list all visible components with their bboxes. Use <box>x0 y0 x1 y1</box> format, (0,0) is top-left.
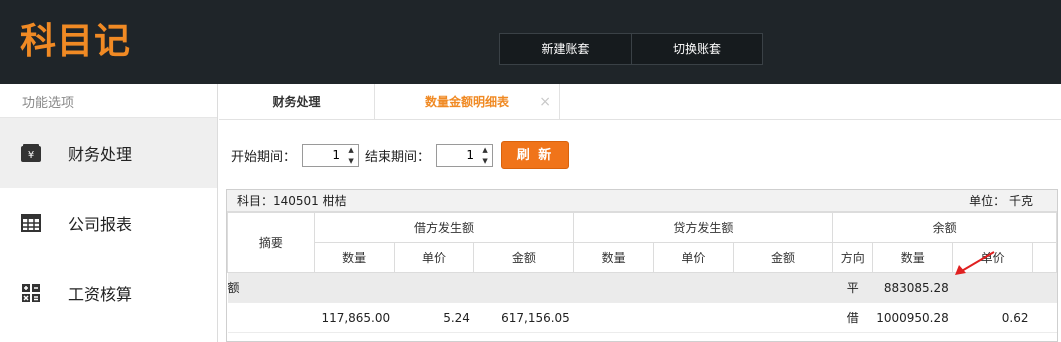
cell-credit-qty <box>573 272 654 303</box>
table-row[interactable]: 余额 平 883085.28 <box>227 272 1057 303</box>
col-direction: 方向 <box>832 242 874 273</box>
main-content: 财务处理 数量金额明细表 × 开始期间： ▲ ▼ 结束期间： ▲ ▼ 刷 新 科… <box>219 84 1061 342</box>
report-header-bar: 科目：140501 柑桔 单位： 千克 <box>227 190 1057 212</box>
cell-credit-price <box>653 302 734 333</box>
col-debit-qty: 数量 <box>313 242 395 273</box>
sidebar-title: 功能选项 <box>0 84 217 118</box>
decrement-icon[interactable]: ▼ <box>479 156 491 166</box>
end-period-label: 结束期间： <box>365 149 431 165</box>
cell-filler <box>1032 302 1057 333</box>
col-credit-qty: 数量 <box>573 242 655 273</box>
cell-credit-price <box>653 272 734 303</box>
increment-icon[interactable]: ▲ <box>479 145 491 155</box>
cell-direction: 平 <box>832 272 873 303</box>
svg-text:¥: ¥ <box>28 150 34 161</box>
cell-balance-qty: 883085.28 <box>872 272 953 303</box>
switch-account-button[interactable]: 切换账套 <box>631 34 762 64</box>
sidebar-item-payroll[interactable]: 工资核算 <box>0 258 217 328</box>
end-period-stepper: ▲ ▼ <box>436 143 494 167</box>
table-grid-icon <box>20 212 42 234</box>
tab-quantity-amount-detail[interactable]: 数量金额明细表 × <box>375 84 560 120</box>
col-debit: 借方发生额 <box>313 212 575 243</box>
subject-label: 科目：140501 柑桔 <box>237 194 347 208</box>
tab-bar: 财务处理 数量金额明细表 × <box>219 84 1061 120</box>
sidebar-item-finance[interactable]: ¥ 财务处理 <box>0 118 217 188</box>
sidebar-item-label: 工资核算 <box>68 285 133 304</box>
increment-icon[interactable]: ▲ <box>345 145 357 155</box>
calculator-icon <box>20 282 42 304</box>
account-buttons: 新建账套 切换账套 <box>499 33 763 65</box>
tab-finance[interactable]: 财务处理 <box>219 84 375 120</box>
col-balance: 余额 <box>832 212 1057 243</box>
decrement-icon[interactable]: ▼ <box>345 156 357 166</box>
detail-report: 科目：140501 柑桔 单位： 千克 摘要 借方发生额 贷方发生额 余额 数量… <box>226 189 1058 342</box>
col-summary: 摘要 <box>227 212 315 273</box>
sidebar-item-label: 公司报表 <box>68 215 133 234</box>
yen-wallet-icon: ¥ <box>20 142 42 164</box>
cell-direction: 借 <box>832 302 873 333</box>
cell-balance-qty: 1000950.28 <box>872 302 953 333</box>
new-account-button[interactable]: 新建账套 <box>500 34 631 64</box>
col-balance-qty: 数量 <box>872 242 954 273</box>
end-period-input[interactable] <box>437 144 478 166</box>
start-period-label: 开始期间： <box>231 149 297 165</box>
start-period-stepper: ▲ ▼ <box>302 143 360 167</box>
cell-summary <box>227 302 315 333</box>
sidebar-item-label: 财务处理 <box>68 145 133 164</box>
tab-label: 财务处理 <box>272 95 321 109</box>
col-credit-price: 单价 <box>653 242 734 273</box>
col-debit-price: 单价 <box>393 242 475 273</box>
col-filler <box>1032 242 1057 273</box>
tab-label: 数量金额明细表 <box>424 95 509 109</box>
cell-debit-price <box>394 272 474 303</box>
detail-table: 摘要 借方发生额 贷方发生额 余额 数量 单价 金额 数量 单价 金额 方向 数… <box>227 212 1057 333</box>
col-credit: 贷方发生额 <box>573 212 834 243</box>
cell-summary: 余额 <box>227 272 315 303</box>
refresh-button[interactable]: 刷 新 <box>501 141 570 169</box>
col-debit-amount: 金额 <box>473 242 575 273</box>
cell-credit-amount <box>733 302 833 333</box>
red-arrow-annotation <box>955 251 995 275</box>
cell-balance-price: 0.62 <box>952 302 1033 333</box>
start-period-input[interactable] <box>303 144 344 166</box>
col-credit-amount: 金额 <box>732 242 834 273</box>
sidebar-item-reports[interactable]: 公司报表 <box>0 188 217 258</box>
cell-filler <box>1032 272 1057 303</box>
period-filter: 开始期间： ▲ ▼ 结束期间： ▲ ▼ 刷 新 <box>231 141 570 169</box>
cell-credit-amount <box>733 272 833 303</box>
cell-credit-qty <box>573 302 654 333</box>
app-header: 科目记 新建账套 切换账套 <box>0 0 1061 84</box>
cell-debit-price: 5.24 <box>394 302 474 333</box>
app-logo: 科目记 <box>20 21 132 62</box>
cell-debit-qty <box>314 272 395 303</box>
sidebar: 功能选项 ¥ 财务处理 公司报表 工资核算 <box>0 84 218 342</box>
unit-label: 单位： 千克 <box>969 194 1033 208</box>
close-icon[interactable]: × <box>539 84 551 120</box>
cell-debit-amount <box>473 272 574 303</box>
table-row[interactable]: 117,865.00 5.24 617,156.05 借 1000950.28 … <box>227 302 1057 333</box>
cell-debit-amount: 617,156.05 <box>473 302 574 333</box>
cell-debit-qty: 117,865.00 <box>314 302 395 333</box>
